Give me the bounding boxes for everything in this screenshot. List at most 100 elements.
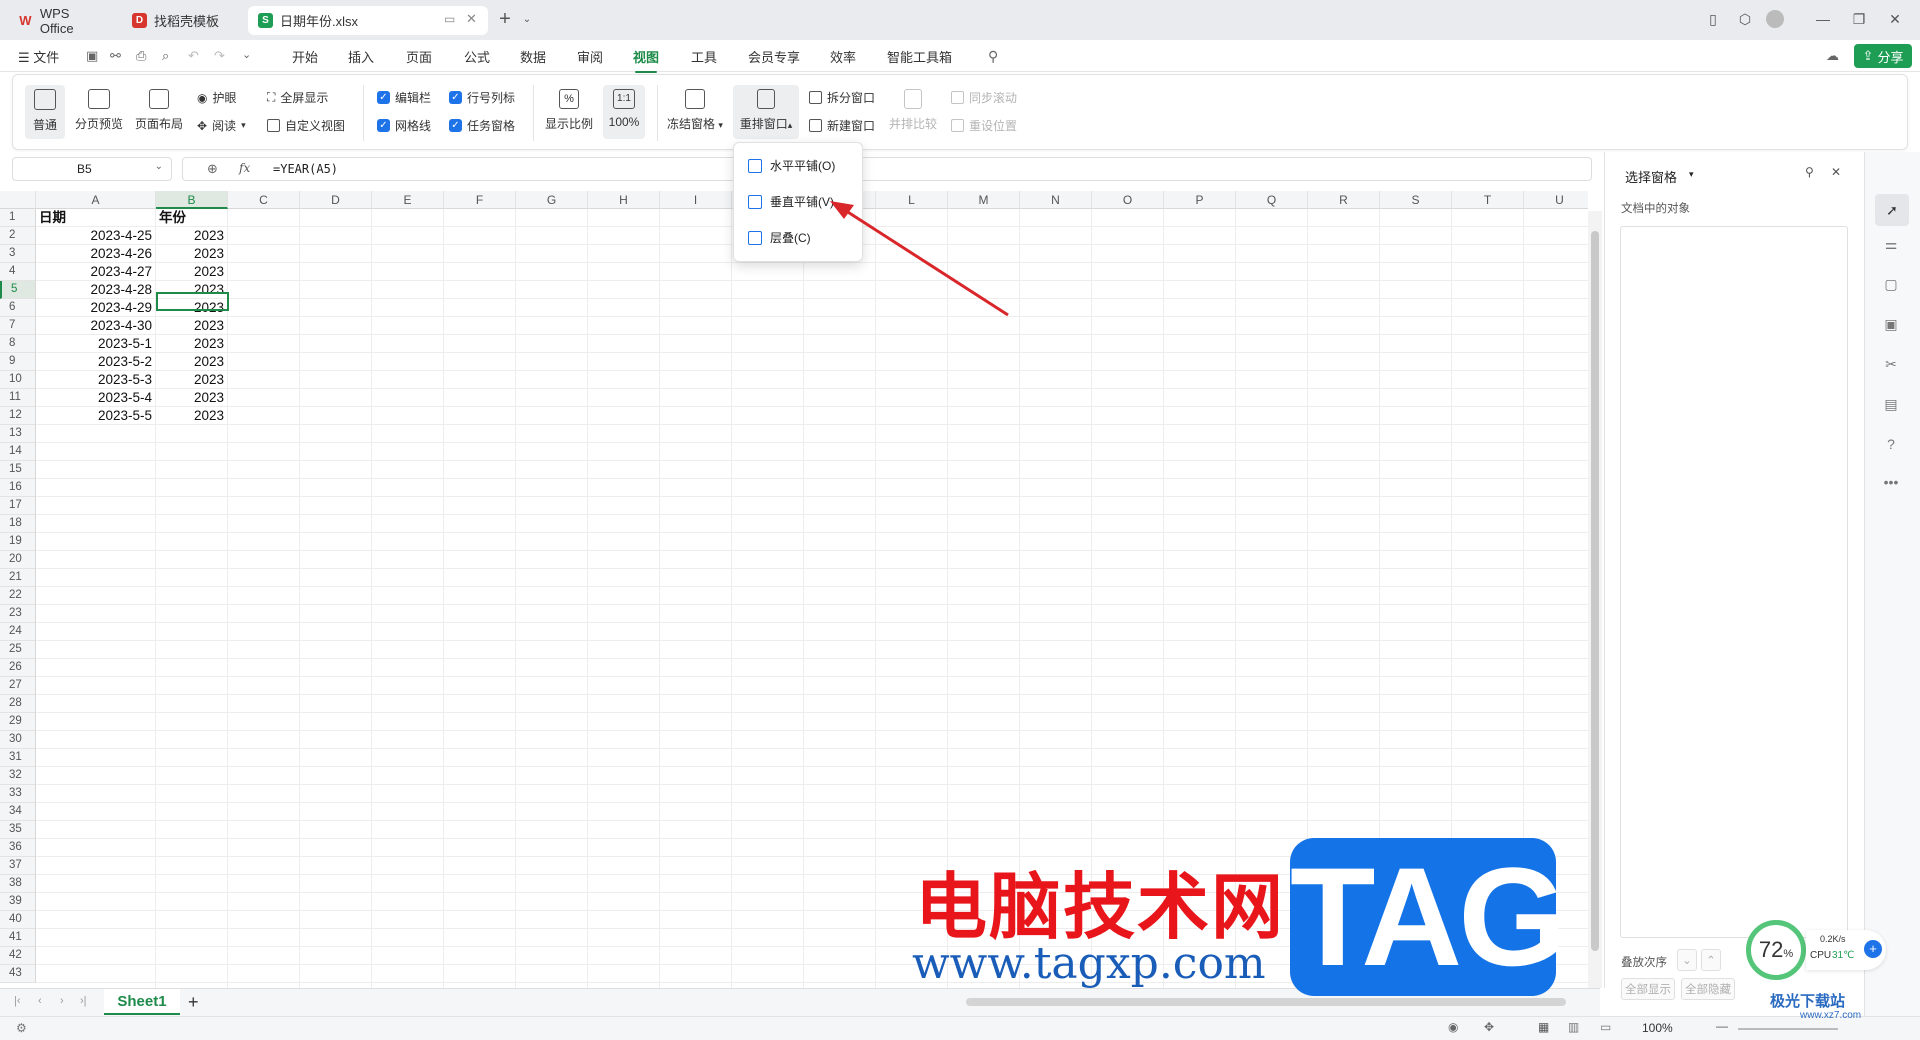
menu-review[interactable]: 审阅 bbox=[577, 47, 603, 66]
column-header[interactable]: S bbox=[1380, 191, 1452, 209]
row-header[interactable]: 13 bbox=[0, 425, 36, 443]
row-header[interactable]: 18 bbox=[0, 515, 36, 533]
menu-formula[interactable]: 公式 bbox=[464, 47, 490, 66]
redo-icon[interactable]: ↷ bbox=[214, 48, 225, 64]
task-pane-checkbox[interactable]: ✓ 任务窗格 bbox=[449, 117, 515, 134]
normal-view-button[interactable]: 普通 bbox=[25, 85, 65, 139]
date-cell[interactable]: 2023-5-5 bbox=[36, 407, 155, 425]
row-header[interactable]: 4 bbox=[0, 263, 36, 281]
cloud-icon[interactable]: ☁ bbox=[1826, 48, 1839, 64]
header-cell[interactable]: 年份 bbox=[156, 209, 228, 227]
close-tab-icon[interactable]: ✕ bbox=[466, 11, 477, 27]
object-list[interactable] bbox=[1620, 226, 1848, 938]
close-window-icon[interactable]: ✕ bbox=[1884, 8, 1906, 30]
tab-docer-templates[interactable]: D 找稻壳模板 bbox=[122, 6, 242, 35]
header-cell[interactable]: 日期 bbox=[36, 209, 156, 227]
monitor-icon[interactable]: ▭ bbox=[444, 12, 455, 26]
tab-wps-office[interactable]: W WPS Office bbox=[8, 6, 116, 36]
show-all-button[interactable]: 全部显示 bbox=[1621, 978, 1675, 1000]
avatar[interactable] bbox=[1766, 10, 1784, 28]
date-cell[interactable]: 2023-4-30 bbox=[36, 317, 155, 335]
row-header[interactable]: 15 bbox=[0, 461, 36, 479]
row-header[interactable]: 27 bbox=[0, 677, 36, 695]
row-header[interactable]: 3 bbox=[0, 245, 36, 263]
row-header[interactable]: 26 bbox=[0, 659, 36, 677]
row-header[interactable]: 41 bbox=[0, 929, 36, 947]
hide-all-button[interactable]: 全部隐藏 bbox=[1681, 978, 1735, 1000]
row-header[interactable]: 31 bbox=[0, 749, 36, 767]
row-header[interactable]: 38 bbox=[0, 875, 36, 893]
menu-data[interactable]: 数据 bbox=[520, 47, 546, 66]
chevron-down-icon[interactable]: ▾ bbox=[1689, 169, 1694, 180]
select-pointer-icon[interactable]: ➚ bbox=[1875, 194, 1909, 226]
page-view-status-icon[interactable]: ▭ bbox=[1600, 1020, 1611, 1034]
file-menu[interactable]: ☰ 文件 bbox=[18, 47, 59, 66]
row-header[interactable]: 5 bbox=[0, 281, 36, 299]
date-cell[interactable]: 2023-5-2 bbox=[36, 353, 155, 371]
year-cell[interactable]: 2023 bbox=[156, 389, 227, 407]
link-icon[interactable]: ⚯ bbox=[110, 48, 121, 64]
date-cell[interactable]: 2023-4-28 bbox=[36, 281, 155, 299]
comment-icon[interactable]: ▢ bbox=[1882, 276, 1900, 294]
row-header[interactable]: 37 bbox=[0, 857, 36, 875]
column-header[interactable]: A bbox=[36, 191, 156, 209]
row-header[interactable]: 8 bbox=[0, 335, 36, 353]
date-cell[interactable]: 2023-4-29 bbox=[36, 299, 155, 317]
minimize-icon[interactable]: — bbox=[1812, 8, 1834, 30]
page-layout-button[interactable]: 页面布局 bbox=[135, 89, 183, 132]
print-preview-icon[interactable]: ⌕ bbox=[162, 48, 169, 64]
row-header[interactable]: 32 bbox=[0, 767, 36, 785]
row-header[interactable]: 34 bbox=[0, 803, 36, 821]
column-header[interactable]: C bbox=[228, 191, 300, 209]
custom-view-button[interactable]: 自定义视图 bbox=[267, 117, 345, 134]
row-header[interactable]: 24 bbox=[0, 623, 36, 641]
tools-icon[interactable]: ✂ bbox=[1882, 356, 1900, 374]
column-header[interactable]: R bbox=[1308, 191, 1380, 209]
chart-edit-icon[interactable]: ▣ bbox=[1882, 316, 1900, 334]
fx-icon[interactable]: fx bbox=[239, 161, 250, 175]
fullscreen-button[interactable]: ⛶ 全屏显示 bbox=[267, 89, 328, 106]
row-header[interactable]: 39 bbox=[0, 893, 36, 911]
column-header[interactable]: H bbox=[588, 191, 660, 209]
column-header[interactable]: O bbox=[1092, 191, 1164, 209]
row-header[interactable]: 28 bbox=[0, 695, 36, 713]
page-break-preview-button[interactable]: 分页预览 bbox=[75, 89, 123, 132]
row-header[interactable]: 25 bbox=[0, 641, 36, 659]
row-header[interactable]: 2 bbox=[0, 227, 36, 245]
date-cell[interactable]: 2023-5-4 bbox=[36, 389, 155, 407]
name-box[interactable]: B5 ⌄ bbox=[12, 157, 172, 181]
eye-protect-button[interactable]: ◉ 护眼 bbox=[197, 89, 237, 106]
pin-icon[interactable]: ⚲ bbox=[1805, 165, 1814, 179]
zoom-out-icon[interactable]: — bbox=[1716, 1019, 1728, 1033]
reading-view-status-icon[interactable]: ▥ bbox=[1568, 1020, 1579, 1034]
row-header[interactable]: 40 bbox=[0, 911, 36, 929]
zoom-magnifier-icon[interactable]: ⊕ bbox=[207, 161, 218, 177]
column-header[interactable]: P bbox=[1164, 191, 1236, 209]
undo-icon[interactable]: ↶ bbox=[188, 48, 199, 64]
date-cell[interactable]: 2023-5-1 bbox=[36, 335, 155, 353]
year-cell[interactable]: 2023 bbox=[156, 263, 227, 281]
restore-icon[interactable]: ❐ bbox=[1848, 8, 1870, 30]
date-cell[interactable]: 2023-5-3 bbox=[36, 371, 155, 389]
date-cell[interactable]: 2023-4-27 bbox=[36, 263, 155, 281]
row-header[interactable]: 19 bbox=[0, 533, 36, 551]
tab-active-document[interactable]: S 日期年份.xlsx ▭ ✕ bbox=[248, 6, 488, 35]
menu-view[interactable]: 视图 bbox=[633, 47, 659, 73]
move-down-button[interactable]: ⌄ bbox=[1677, 949, 1697, 971]
share-button[interactable]: ⇪ 分享 bbox=[1854, 44, 1912, 68]
layout-icon[interactable]: ▯ bbox=[1702, 8, 1724, 30]
row-header[interactable]: 35 bbox=[0, 821, 36, 839]
row-header[interactable]: 23 bbox=[0, 605, 36, 623]
menu-efficiency[interactable]: 效率 bbox=[830, 47, 856, 66]
more-icon[interactable]: ••• bbox=[1882, 474, 1900, 492]
search-icon[interactable]: ⚲ bbox=[988, 48, 998, 65]
date-cell[interactable]: 2023-4-26 bbox=[36, 245, 155, 263]
column-header[interactable]: U bbox=[1524, 191, 1588, 209]
print-icon[interactable]: ⎙ bbox=[136, 48, 146, 64]
row-header[interactable]: 12 bbox=[0, 407, 36, 425]
year-cell[interactable]: 2023 bbox=[156, 371, 227, 389]
move-up-button[interactable]: ⌃ bbox=[1701, 949, 1721, 971]
row-header[interactable]: 1 bbox=[0, 209, 36, 227]
menu-membership[interactable]: 会员专享 bbox=[748, 47, 800, 66]
zoom-button[interactable]: % 显示比例 bbox=[545, 89, 593, 132]
